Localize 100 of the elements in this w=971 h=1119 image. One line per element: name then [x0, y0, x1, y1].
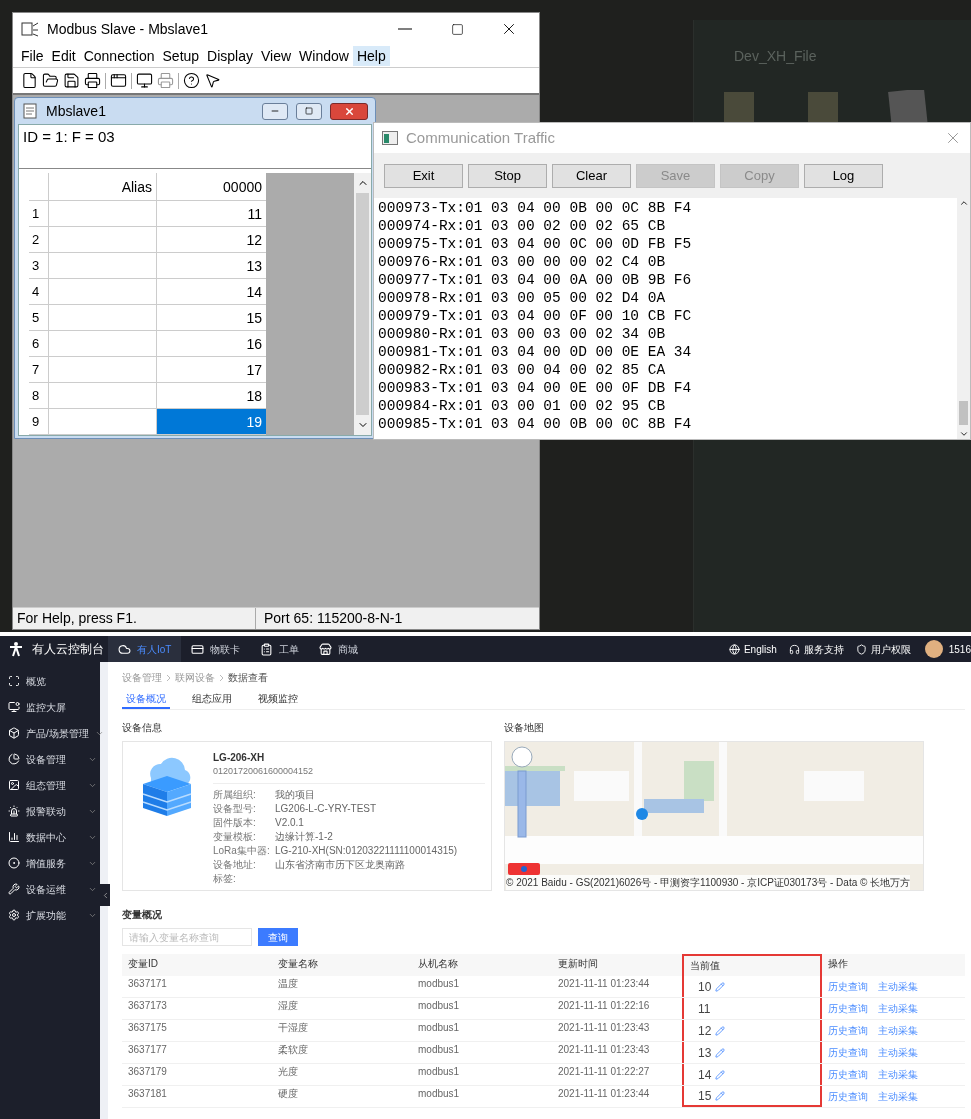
sidebar-item[interactable]: 组态管理: [26, 777, 82, 793]
menu-item[interactable]: Setup: [158, 46, 204, 66]
help-icon[interactable]: [183, 72, 200, 89]
scrollbar[interactable]: [957, 198, 970, 439]
search-field[interactable]: 请输入变量名称查询: [122, 928, 252, 946]
save-icon[interactable]: [63, 72, 80, 89]
menu-item[interactable]: Help: [352, 46, 390, 66]
edit-icon[interactable]: [715, 1025, 726, 1036]
value-cell[interactable]: 15: [157, 305, 266, 331]
menu-item[interactable]: Display: [203, 46, 257, 66]
search-button[interactable]: 查询: [258, 928, 298, 946]
logo-icon: [8, 641, 24, 657]
breadcrumb-item[interactable]: 数据查看: [228, 670, 268, 685]
sidebar-item[interactable]: 增值服务: [26, 855, 82, 871]
window-icon[interactable]: [110, 72, 127, 89]
field-value: 我的项目: [275, 788, 315, 802]
alias-cell[interactable]: [49, 383, 157, 409]
sidebar-item[interactable]: 扩展功能: [26, 907, 82, 923]
collapse-button[interactable]: [100, 884, 110, 906]
scroll-thumb[interactable]: [356, 193, 369, 415]
value-cell[interactable]: 11: [157, 201, 266, 227]
alias-cell[interactable]: [49, 227, 157, 253]
action-link[interactable]: 主动采集: [878, 979, 918, 994]
alias-cell[interactable]: [49, 201, 157, 227]
context-help-icon[interactable]: [204, 72, 221, 89]
sidebar-item[interactable]: 数据中心: [26, 829, 82, 845]
table-cell-text: 湿度: [277, 999, 299, 1013]
value-cell[interactable]: 19: [157, 409, 266, 435]
open-folder-icon[interactable]: [42, 72, 59, 89]
edit-icon[interactable]: [715, 1090, 726, 1101]
printer-icon[interactable]: [84, 72, 101, 89]
value-cell[interactable]: 14: [157, 279, 266, 305]
alias-cell[interactable]: [49, 253, 157, 279]
close-button[interactable]: [330, 102, 368, 120]
scroll-thumb[interactable]: [959, 401, 968, 425]
separator-icon: [166, 673, 171, 682]
tab[interactable]: 设备概况: [122, 689, 170, 709]
value-cell[interactable]: 12: [157, 227, 266, 253]
toolbar-button[interactable]: Clear: [552, 163, 631, 188]
header-link[interactable]: 用户权限: [849, 641, 917, 657]
menu-item[interactable]: View: [257, 46, 296, 66]
sidebar-item[interactable]: 设备管理: [26, 751, 82, 767]
nav-tab[interactable]: 有人IoT: [108, 636, 182, 662]
row-number: 2: [29, 227, 49, 253]
sidebar-item[interactable]: 概览: [26, 673, 97, 689]
tab[interactable]: 组态应用: [188, 689, 236, 709]
sidebar-item[interactable]: 设备运维: [26, 881, 82, 897]
restore-button[interactable]: [296, 102, 322, 120]
scroll-up-icon[interactable]: [958, 198, 969, 208]
sidebar-item[interactable]: 报警联动: [26, 803, 82, 819]
header-link[interactable]: English: [722, 641, 783, 657]
table-cell-text: 温度: [277, 977, 299, 991]
field-label: LoRa集中器:: [213, 844, 271, 858]
support-icon: [788, 643, 800, 655]
column-header: 变量名称: [277, 957, 319, 971]
action-link[interactable]: 主动采集: [878, 1045, 918, 1060]
new-file-icon[interactable]: [21, 72, 38, 89]
scroll-down-icon[interactable]: [958, 429, 969, 439]
restore-icon: [305, 107, 313, 115]
scrollbar[interactable]: [354, 173, 371, 435]
edit-icon[interactable]: [715, 1069, 726, 1080]
toolbar-button[interactable]: Log: [804, 163, 883, 188]
nav-tab[interactable]: 商城: [309, 636, 369, 662]
avatar[interactable]: [924, 640, 943, 658]
menu-item[interactable]: Connection: [79, 46, 159, 66]
table-cell-text: 2021-11-11 01:23:44: [557, 1087, 651, 1101]
action-link[interactable]: 主动采集: [878, 1001, 918, 1016]
nav-tab[interactable]: 物联卡: [181, 636, 251, 662]
nav-tab[interactable]: 工单: [250, 636, 310, 662]
alias-cell[interactable]: [49, 305, 157, 331]
field-label: 固件版本:: [213, 816, 257, 830]
action-link[interactable]: 主动采集: [878, 1067, 918, 1082]
toolbar-button[interactable]: Exit: [384, 163, 463, 188]
menu-item[interactable]: Window: [295, 46, 353, 66]
menu-item[interactable]: File: [17, 46, 48, 66]
edit-icon[interactable]: [715, 1047, 726, 1058]
menu-item[interactable]: Edit: [47, 46, 80, 66]
user-name[interactable]: 1516: [942, 641, 971, 657]
alias-cell[interactable]: [49, 357, 157, 383]
value-text: 12: [698, 1022, 712, 1040]
minimize-button[interactable]: [262, 102, 288, 120]
value-cell[interactable]: 13: [157, 253, 266, 279]
corner-cell: [29, 173, 49, 201]
alias-cell[interactable]: [49, 279, 157, 305]
tab[interactable]: 视频监控: [254, 689, 302, 709]
action-link[interactable]: 主动采集: [878, 1089, 918, 1104]
table-cell-text: 3637173: [127, 999, 168, 1013]
value-cell[interactable]: 16: [157, 331, 266, 357]
action-link[interactable]: 主动采集: [878, 1023, 918, 1038]
header-link[interactable]: 服务支持: [782, 641, 850, 657]
menu-icon: [8, 701, 20, 713]
sidebar-item[interactable]: 产品/场景管理: [26, 725, 89, 741]
alias-cell[interactable]: [49, 331, 157, 357]
traffic-line: 000982-Rx:01 03 00 04 00 02 85 CA: [378, 361, 667, 379]
sidebar-item[interactable]: 监控大屏: [26, 699, 97, 715]
edit-icon[interactable]: [715, 981, 726, 992]
value-cell[interactable]: 17: [157, 357, 266, 383]
column-header: 从机名称: [417, 957, 459, 971]
monitor-icon[interactable]: [136, 72, 153, 89]
toolbar-button[interactable]: Stop: [468, 163, 547, 188]
